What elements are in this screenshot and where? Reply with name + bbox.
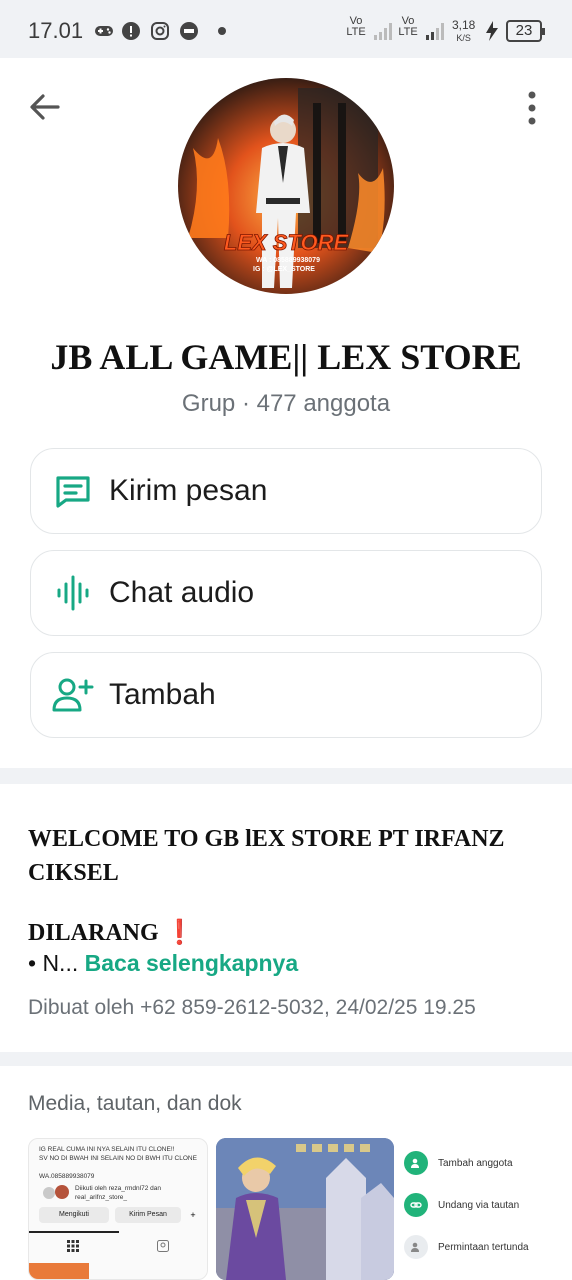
group-member-count: Grup · 477 anggota <box>181 390 391 417</box>
back-button[interactable] <box>28 92 62 122</box>
description-title: WELCOME TO GB lEX STORE PT IRFANZ CIKSEL <box>28 826 505 886</box>
media-thumbnail-game-screenshot[interactable] <box>216 1138 394 1280</box>
signal-icon-2 <box>426 20 446 42</box>
avatar-logo-text: LEX STORE <box>224 230 350 255</box>
more-vert-icon <box>528 91 536 125</box>
dot-icon <box>218 20 226 42</box>
add-person-icon <box>404 1151 428 1175</box>
instagram-icon <box>150 20 170 42</box>
following-button: Mengikuti <box>39 1207 109 1223</box>
audio-wave-icon <box>51 571 95 615</box>
group-name: JB ALL GAME|| LEX STORE <box>50 337 522 377</box>
pending-icon <box>404 1235 428 1259</box>
status-bar: 17.01 Vo LTE Vo LTE 3,18 K/S 23 <box>0 0 572 58</box>
group-avatar[interactable]: LEX STORE WA : 085889938079 IG : @LEX_ST… <box>178 78 394 294</box>
more-options-button[interactable] <box>526 90 538 126</box>
media-section-title[interactable]: Media, tautan, dan dok <box>28 1092 242 1116</box>
signal-icon-1 <box>374 20 394 42</box>
add-member-label: Tambah <box>109 678 216 711</box>
media-card: Media, tautan, dan dok IG REAL CUMA INI … <box>0 1066 572 1280</box>
voice-chat-label: Chat audio <box>109 576 255 609</box>
chat-bubble-icon <box>178 20 200 42</box>
tagged-icon <box>157 1239 169 1252</box>
media-thumbnail-profile-screenshot[interactable]: IG REAL CUMA INI NYA SELAIN ITU CLONE!! … <box>28 1138 208 1280</box>
send-message-button[interactable]: Kirim pesan <box>30 448 542 534</box>
description-preview: • N... Baca selengkapnya <box>28 950 299 976</box>
battery-indicator: 23 <box>506 20 545 42</box>
avatar <box>55 1185 69 1199</box>
add-member-button[interactable]: Tambah <box>30 652 542 738</box>
media-thumbnail-menu-screenshot[interactable]: Tambah anggota Undang via tautan Permint… <box>400 1138 572 1280</box>
charging-icon <box>484 20 500 42</box>
status-time: 17.01 <box>28 18 84 43</box>
arrow-back-icon <box>30 94 60 120</box>
gamepad-icon <box>94 20 114 42</box>
message-button: Kirim Pesan <box>115 1207 181 1223</box>
svg-text:IG : @LEX_STORE: IG : @LEX_STORE <box>253 266 315 273</box>
exclamation-icon: ❗ <box>164 918 195 946</box>
volte-label-2: Vo LTE <box>398 15 418 38</box>
svg-text:WA : 085889938079: WA : 085889938079 <box>256 257 320 264</box>
avatar <box>43 1187 55 1199</box>
grid-icon <box>67 1239 79 1252</box>
volte-label-1: Vo LTE <box>346 15 366 38</box>
notification-icon <box>121 20 141 42</box>
add-person-icon <box>51 673 95 717</box>
net-speed: 3,18 K/S <box>452 18 476 43</box>
created-by-text: Dibuat oleh +62 859-2612-5032, 24/02/25 … <box>28 996 476 1019</box>
send-message-label: Kirim pesan <box>109 474 268 507</box>
add-person-icon: + <box>190 1210 196 1220</box>
link-icon <box>404 1193 428 1217</box>
group-info-card: LEX STORE WA : 085889938079 IG : @LEX_ST… <box>0 58 572 768</box>
description-rule: DILARANG ❗ <box>28 918 195 946</box>
voice-chat-button[interactable]: Chat audio <box>30 550 542 636</box>
message-icon <box>51 469 95 513</box>
read-more-link[interactable]: Baca selengkapnya <box>85 950 299 976</box>
group-description-card: WELCOME TO GB lEX STORE PT IRFANZ CIKSEL… <box>0 784 572 1052</box>
